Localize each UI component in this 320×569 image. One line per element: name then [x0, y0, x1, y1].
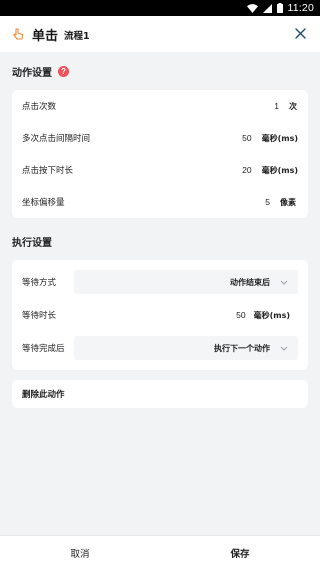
wait-time-row: 等待时长 50 毫秒(ms) — [12, 300, 308, 330]
coord-offset-value[interactable]: 5 — [265, 197, 270, 207]
exec-settings-label: 执行设置 — [12, 237, 52, 249]
delete-action-button[interactable]: 删除此动作 — [12, 380, 308, 408]
flow-name: 流程1 — [64, 30, 90, 42]
coord-offset-row[interactable]: 坐标偏移量 5 像素 — [12, 186, 308, 218]
coord-offset-unit: 像素 — [280, 197, 296, 207]
action-settings-title: 动作设置 ? — [0, 58, 320, 84]
wifi-icon — [246, 3, 258, 13]
status-time: 11:20 — [287, 2, 314, 14]
wait-mode-label: 等待方式 — [22, 278, 57, 288]
wait-time-field[interactable]: 50 毫秒(ms) — [74, 303, 298, 327]
action-settings-label: 动作设置 — [12, 67, 52, 79]
click-interval-unit: 毫秒(ms) — [261, 133, 298, 143]
after-done-label: 等待完成后 — [22, 344, 65, 354]
press-duration-unit: 毫秒(ms) — [261, 165, 298, 175]
click-count-row[interactable]: 点击次数 1 次 — [12, 90, 308, 122]
tap-icon — [12, 28, 24, 40]
help-icon[interactable]: ? — [58, 65, 69, 77]
chevron-down-icon — [280, 280, 288, 285]
wait-mode-value: 动作结束后 — [230, 277, 270, 287]
wait-time-value[interactable]: 50 — [236, 310, 245, 320]
wait-time-unit: 毫秒(ms) — [253, 310, 290, 320]
battery-icon — [276, 3, 283, 13]
coord-offset-label: 坐标偏移量 — [22, 198, 65, 208]
action-settings-card: 点击次数 1 次 多次点击间隔时间 50 毫秒(ms) 点击按下时长 20 毫秒… — [12, 90, 308, 218]
after-done-row: 等待完成后 执行下一个动作 — [12, 333, 308, 363]
after-done-select[interactable]: 执行下一个动作 — [74, 336, 298, 360]
chevron-down-icon — [280, 346, 288, 351]
click-interval-row[interactable]: 多次点击间隔时间 50 毫秒(ms) — [12, 122, 308, 154]
click-count-label: 点击次数 — [22, 102, 57, 112]
signal-icon — [262, 3, 272, 13]
press-duration-label: 点击按下时长 — [22, 166, 74, 176]
after-done-value: 执行下一个动作 — [214, 343, 270, 353]
dialog-title: 单击 — [32, 28, 59, 44]
wait-mode-select[interactable]: 动作结束后 — [74, 270, 298, 294]
click-count-value[interactable]: 1 — [274, 101, 279, 111]
cancel-button[interactable]: 取消 — [0, 536, 160, 569]
dialog-footer: 取消 保存 — [0, 535, 320, 569]
dialog-header: 单击 流程1 — [0, 16, 320, 52]
press-duration-row[interactable]: 点击按下时长 20 毫秒(ms) — [12, 154, 308, 186]
click-count-unit: 次 — [289, 101, 297, 111]
wait-mode-row: 等待方式 动作结束后 — [12, 267, 308, 297]
status-bar: 11:20 — [0, 0, 320, 16]
exec-settings-title: 执行设置 — [0, 228, 320, 254]
wait-time-label: 等待时长 — [22, 311, 57, 321]
press-duration-value[interactable]: 20 — [242, 165, 251, 175]
exec-settings-card: 等待方式 动作结束后 等待时长 50 毫秒(ms) 等待完成后 执行下一个动作 — [12, 260, 308, 370]
delete-action-label: 删除此动作 — [22, 390, 65, 400]
click-interval-value[interactable]: 50 — [242, 133, 251, 143]
close-icon[interactable] — [292, 25, 308, 41]
save-button[interactable]: 保存 — [160, 536, 320, 569]
click-interval-label: 多次点击间隔时间 — [22, 134, 91, 144]
